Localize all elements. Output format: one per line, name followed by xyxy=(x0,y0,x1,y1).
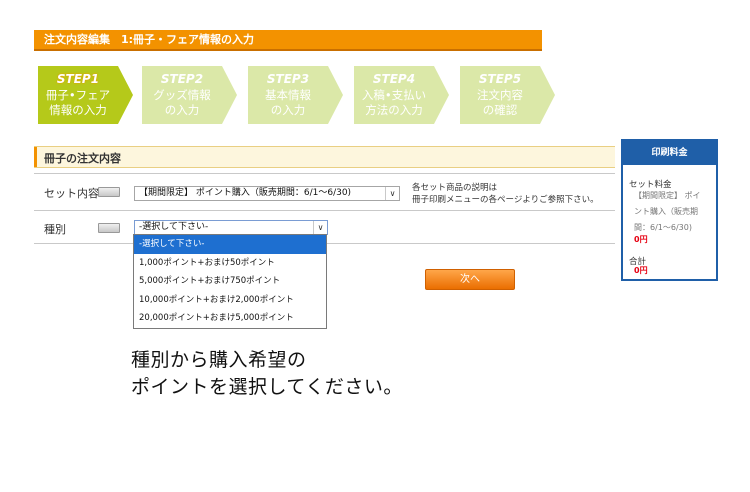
step-2-badge: STEP2 xyxy=(160,72,204,86)
set-content-hint: 各セット商品の説明は 冊子印刷メニューの各ページよりご参照下さい。 xyxy=(412,182,599,206)
set-content-label: セット内容 xyxy=(44,187,99,200)
type-value: -選択して下さい- xyxy=(139,222,209,232)
total-price-value: 0円 xyxy=(634,266,648,275)
price-sidebar: 印刷料金 セット料金 【期間限定】 ポイ ント購入（販売期 間：6/1～6/30… xyxy=(621,139,718,281)
step-2-label-line2: の入力 xyxy=(164,103,200,117)
step-4-label: 入稿•支払い 方法の入力 xyxy=(354,88,434,118)
product-line-1: 【期間限定】 ポイ xyxy=(634,191,701,200)
type-label: 種別 xyxy=(44,223,66,236)
step-3-label-line2: の入力 xyxy=(270,103,306,117)
step-5-badge: STEP5 xyxy=(478,72,522,86)
caption-line-1: 種別から購入希望の xyxy=(131,349,307,371)
required-badge xyxy=(98,223,120,233)
section-header: 冊子の注文内容 xyxy=(34,146,615,168)
step-3-label-line1: 基本情報 xyxy=(265,88,311,102)
sidebar-title: 印刷料金 xyxy=(623,141,716,165)
step-1-label: 冊子•フェア 情報の入力 xyxy=(38,88,118,118)
type-option[interactable]: 20,000ポイント+おまけ5,000ポイント xyxy=(134,309,326,328)
type-option[interactable]: 10,000ポイント+おまけ2,000ポイント xyxy=(134,291,326,310)
step-5-label-line1: 注文内容 xyxy=(477,88,523,102)
step-5-label: 注文内容 の確認 xyxy=(460,88,540,118)
set-price-value: 0円 xyxy=(634,235,648,244)
step-4-label-line2: 方法の入力 xyxy=(365,103,423,117)
step-progress: STEP1 冊子•フェア 情報の入力 STEP2 グッズ情報 の入力 STEP3… xyxy=(38,66,578,124)
step-1-label-line2: 情報の入力 xyxy=(49,103,107,117)
chevron-down-icon: ∨ xyxy=(313,221,327,234)
set-content-select[interactable]: 【期間限定】 ポイント購入（販売期間：6/1～6/30) ∨ xyxy=(134,186,400,201)
step-1-label-line1: 冊子•フェア xyxy=(45,88,111,102)
step-5-label-line2: の確認 xyxy=(482,103,518,117)
step-2-label-line1: グッズ情報 xyxy=(153,88,211,102)
caption-line-2: ポイントを選択してください。 xyxy=(131,376,403,398)
type-option[interactable]: 1,000ポイント+おまけ50ポイント xyxy=(134,254,326,273)
type-option[interactable]: 5,000ポイント+おまけ750ポイント xyxy=(134,272,326,291)
page-header: 注文内容編集 1:冊子・フェア情報の入力 xyxy=(34,30,542,51)
instruction-caption: 種別から購入希望の ポイントを選択してください。 xyxy=(131,347,403,401)
section-title: 冊子の注文内容 xyxy=(44,152,121,165)
next-button[interactable]: 次へ xyxy=(425,269,515,290)
sidebar-product-name: 【期間限定】 ポイ ント購入（販売期 間：6/1～6/30) xyxy=(634,188,716,236)
step-4-label-line1: 入稿•支払い xyxy=(361,88,427,102)
step-3-label: 基本情報 の入力 xyxy=(248,88,328,118)
order-form: セット内容 【期間限定】 ポイント購入（販売期間：6/1～6/30) ∨ 各セッ… xyxy=(34,173,615,244)
product-line-2: ント購入（販売期 xyxy=(634,207,698,216)
hint-line-2: 冊子印刷メニューの各ページよりご参照下さい。 xyxy=(412,195,599,205)
hint-line-1: 各セット商品の説明は xyxy=(412,183,498,193)
step-3-badge: STEP3 xyxy=(266,72,310,86)
set-content-row: セット内容 【期間限定】 ポイント購入（販売期間：6/1～6/30) ∨ 各セッ… xyxy=(34,174,615,211)
step-2-label: グッズ情報 の入力 xyxy=(142,88,222,118)
step-4-badge: STEP4 xyxy=(372,72,416,86)
chevron-down-icon: ∨ xyxy=(385,187,399,200)
type-dropdown-list: -選択して下さい- 1,000ポイント+おまけ50ポイント 5,000ポイント+… xyxy=(133,234,327,329)
section-accent-bar xyxy=(34,147,37,167)
set-content-value: 【期間限定】 ポイント購入（販売期間：6/1～6/30) xyxy=(139,188,352,198)
type-select[interactable]: -選択して下さい- ∨ xyxy=(134,220,328,235)
type-option[interactable]: -選択して下さい- xyxy=(134,235,326,254)
page-title: 注文内容編集 1:冊子・フェア情報の入力 xyxy=(44,33,255,46)
required-badge xyxy=(98,187,120,197)
step-1-badge: STEP1 xyxy=(56,72,100,86)
